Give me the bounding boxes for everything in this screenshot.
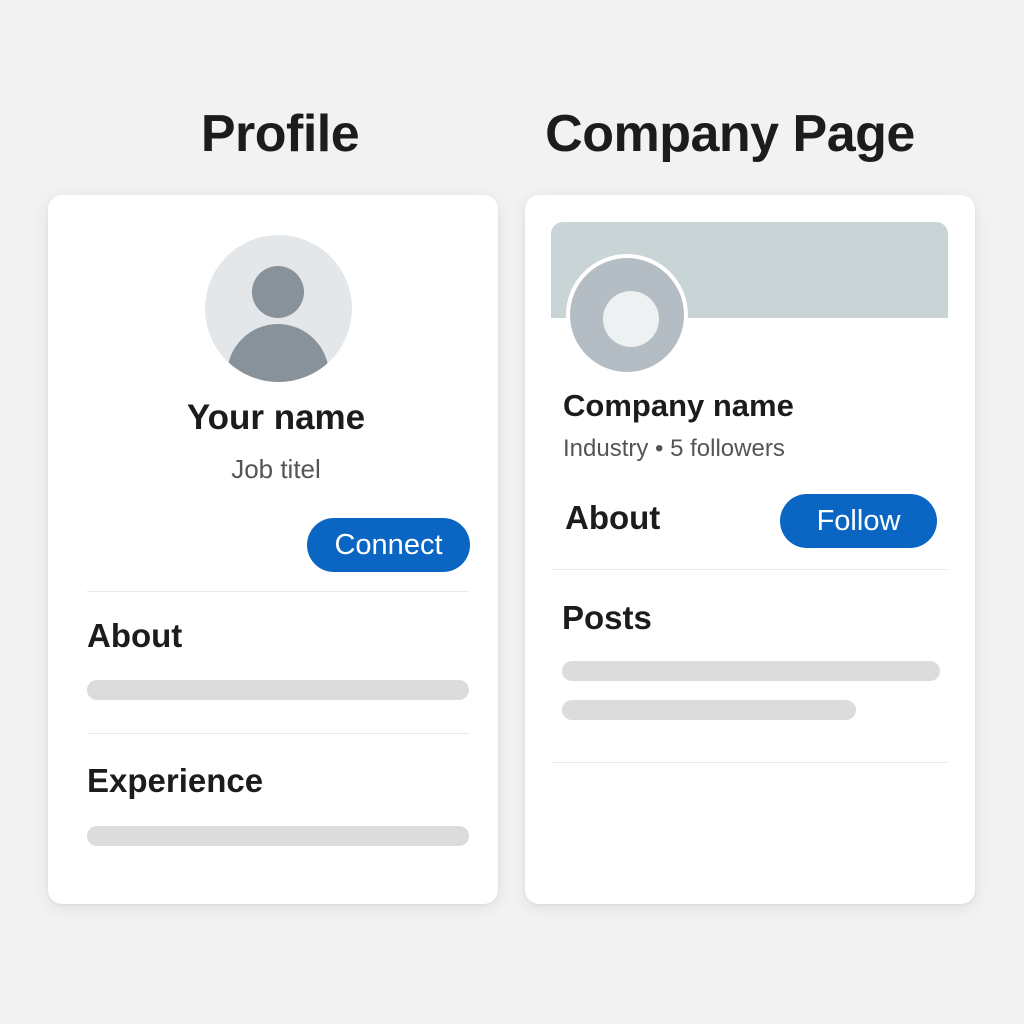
company-logo-ring bbox=[570, 258, 684, 372]
experience-placeholder-bar bbox=[87, 826, 469, 846]
post-placeholder-bar bbox=[562, 661, 940, 681]
company-about-link[interactable]: About bbox=[565, 499, 660, 537]
company-logo-icon bbox=[566, 254, 688, 376]
company-meta: Industry • 5 followers bbox=[563, 435, 785, 462]
profile-card: Your name Job titel Connect About Experi… bbox=[48, 195, 498, 904]
about-section-title: About bbox=[87, 617, 183, 654]
profile-job-title: Job titel bbox=[231, 454, 321, 484]
company-card: Company name Industry • 5 followers Abou… bbox=[525, 195, 975, 904]
company-name: Company name bbox=[563, 388, 794, 423]
divider bbox=[87, 591, 469, 592]
post-placeholder-bar bbox=[562, 700, 856, 720]
person-avatar-icon bbox=[205, 235, 352, 382]
avatar-head bbox=[252, 266, 304, 318]
follow-button[interactable]: Follow bbox=[780, 494, 937, 548]
divider bbox=[551, 569, 948, 570]
avatar-body bbox=[227, 324, 329, 382]
divider bbox=[87, 733, 469, 734]
profile-heading: Profile bbox=[200, 105, 360, 163]
company-logo-inner bbox=[603, 291, 659, 347]
divider bbox=[551, 762, 948, 763]
company-page-heading: Company Page bbox=[545, 105, 915, 163]
posts-section-title: Posts bbox=[562, 599, 652, 636]
connect-button[interactable]: Connect bbox=[307, 518, 470, 572]
profile-name: Your name bbox=[186, 398, 366, 437]
experience-section-title: Experience bbox=[87, 762, 264, 799]
about-placeholder-bar bbox=[87, 680, 469, 700]
